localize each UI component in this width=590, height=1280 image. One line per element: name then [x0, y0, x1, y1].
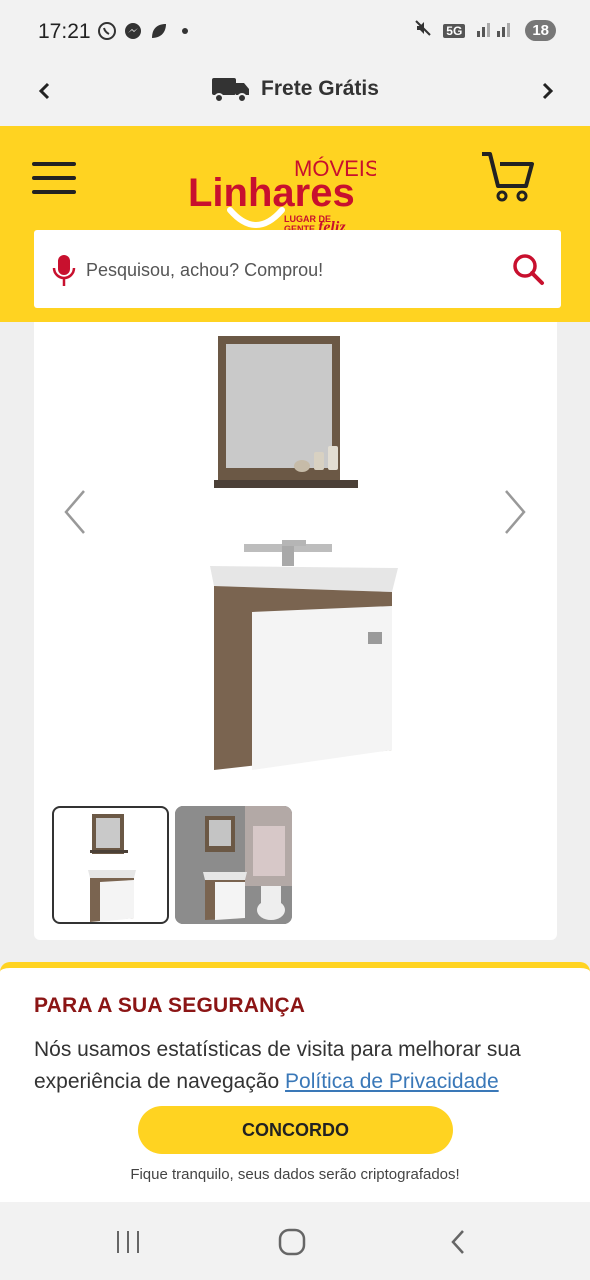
status-indicators: 5G 18	[413, 18, 556, 43]
thumbnail-2[interactable]	[175, 806, 292, 924]
product-gallery	[34, 322, 557, 940]
site-header: MÓVEIS Linhares LUGAR DE GENTE feliz	[0, 126, 590, 322]
gallery-prev-button[interactable]	[60, 487, 90, 537]
microphone-icon	[52, 255, 76, 286]
signal-icon	[475, 19, 515, 42]
network-type: 5G	[443, 23, 466, 38]
mute-icon	[413, 18, 433, 43]
menu-line	[32, 176, 76, 180]
agree-button[interactable]: CONCORDO	[138, 1106, 453, 1154]
system-nav-bar	[0, 1202, 590, 1280]
status-app-icons	[96, 20, 196, 42]
search-bar	[34, 230, 561, 308]
menu-line	[32, 190, 76, 194]
recent-apps-button[interactable]	[108, 1226, 148, 1258]
menu-line	[32, 162, 76, 166]
cookie-note: Fique tranquilo, seus dados serão cripto…	[130, 1166, 460, 1183]
chevron-right-icon	[542, 82, 554, 100]
status-bar: 17:21 5G 18	[0, 0, 590, 56]
search-icon	[513, 254, 544, 285]
shipping-banner: Frete Grátis	[0, 56, 590, 126]
brand-logo[interactable]: MÓVEIS Linhares LUGAR DE GENTE feliz	[186, 140, 380, 236]
brand-main-text: Linhares	[188, 171, 355, 215]
cookie-consent-banner: PARA A SUA SEGURANÇA Nós usamos estatíst…	[0, 962, 590, 1202]
search-input[interactable]	[86, 248, 486, 292]
shipping-next-button[interactable]	[532, 76, 562, 106]
gallery-thumbnails	[52, 806, 292, 924]
bathroom-cabinet-image	[210, 336, 398, 770]
chevron-right-icon	[505, 490, 526, 534]
status-time: 17:21	[38, 20, 91, 43]
logo-graphic: MÓVEIS Linhares LUGAR DE GENTE feliz	[188, 156, 380, 236]
cookie-title: PARA A SUA SEGURANÇA	[34, 994, 306, 1017]
search-button[interactable]	[511, 252, 545, 286]
home-button[interactable]	[272, 1226, 312, 1258]
hamburger-menu-button[interactable]	[32, 162, 76, 198]
messenger-icon	[122, 20, 144, 42]
back-button[interactable]	[438, 1226, 478, 1258]
whatsapp-icon	[96, 20, 118, 42]
cookie-message: Nós usamos estatísticas de visita para m…	[34, 1034, 564, 1098]
thumbnail-1[interactable]	[52, 806, 169, 924]
privacy-policy-link[interactable]: Política de Privacidade	[285, 1070, 499, 1093]
shipping-label: Frete Grátis	[261, 77, 379, 100]
truck-icon	[212, 78, 250, 103]
back-icon	[451, 1230, 464, 1254]
cart-icon	[482, 152, 534, 202]
chevron-left-icon	[64, 490, 85, 534]
thumbnail-image	[175, 806, 292, 924]
dot-icon	[174, 20, 196, 42]
product-main-image[interactable]	[204, 330, 404, 780]
voice-search-button[interactable]	[52, 254, 76, 288]
cart-button[interactable]	[478, 146, 538, 206]
battery-badge: 18	[525, 20, 556, 41]
shipping-message: Frete Grátis	[0, 74, 590, 104]
thumbnail-image	[88, 814, 136, 922]
leaf-icon	[148, 20, 170, 42]
gallery-next-button[interactable]	[500, 487, 530, 537]
recent-apps-icon	[117, 1231, 139, 1253]
home-icon	[278, 1228, 306, 1256]
